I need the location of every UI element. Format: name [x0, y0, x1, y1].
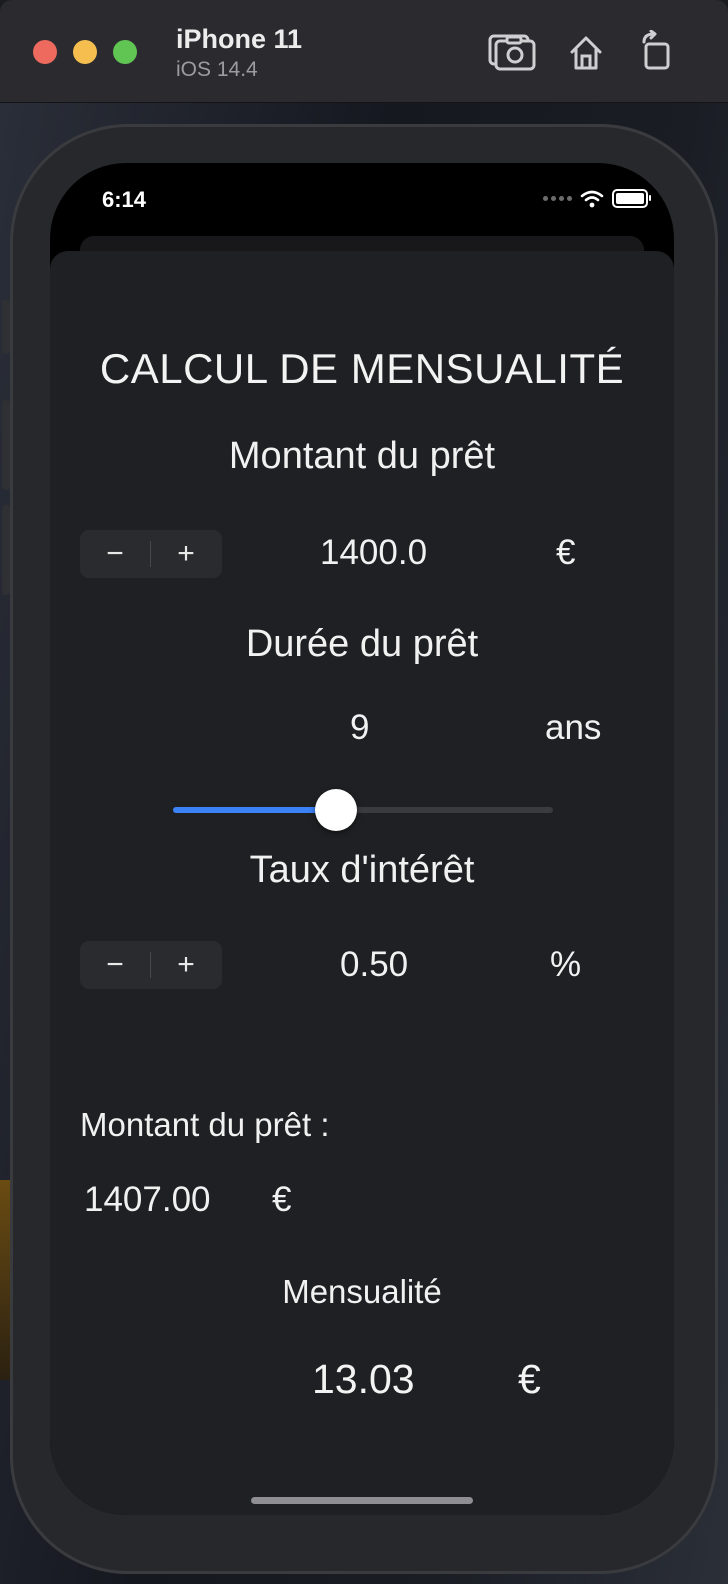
- simulator-title-bar: iPhone 11 iOS 14.4: [0, 0, 728, 103]
- duration-slider[interactable]: [173, 789, 553, 831]
- loan-amount-stepper: − +: [80, 530, 222, 578]
- cellular-signal-icon: [543, 196, 572, 201]
- notch: [188, 163, 536, 213]
- monthly-payment-value: 13.03: [312, 1356, 415, 1402]
- zoom-window-button[interactable]: [113, 40, 137, 64]
- duration-value: 9: [350, 708, 370, 747]
- volume-up-button: [2, 400, 10, 490]
- mute-switch: [2, 300, 10, 354]
- interest-rate-value: 0.50: [340, 945, 409, 984]
- status-icons: [543, 189, 651, 208]
- phone-screen: 6:14 CALCUL DE MENSUALITÉ Montant du prê…: [50, 163, 674, 1515]
- interest-rate-label: Taux d'intérêt: [249, 849, 475, 891]
- interest-rate-increment-button[interactable]: +: [151, 941, 221, 989]
- total-amount-unit: €: [272, 1180, 292, 1219]
- interest-rate-decrement-button[interactable]: −: [80, 941, 150, 989]
- interest-rate-stepper: − +: [80, 941, 222, 989]
- loan-amount-value: 1400.0: [320, 533, 428, 572]
- duration-unit: ans: [545, 708, 602, 747]
- volume-down-button: [2, 505, 10, 595]
- battery-icon: [612, 189, 651, 208]
- camera-icon[interactable]: [488, 30, 536, 74]
- loan-amount-unit: €: [556, 533, 576, 572]
- rotate-icon[interactable]: [638, 29, 686, 74]
- loan-amount-label: Montant du prêt: [228, 435, 496, 477]
- home-icon[interactable]: [566, 30, 614, 74]
- loan-amount-increment-button[interactable]: +: [151, 530, 221, 578]
- duration-slider-fill: [173, 807, 337, 813]
- wifi-icon: [580, 190, 604, 207]
- loan-amount-decrement-button[interactable]: −: [80, 530, 150, 578]
- interest-rate-unit: %: [550, 945, 582, 984]
- device-name: iPhone 11: [176, 24, 303, 54]
- page-title: CALCUL DE MENSUALITÉ: [99, 345, 625, 392]
- total-amount-value: 1407.00: [84, 1180, 211, 1219]
- monthly-payment-label: Mensualité: [282, 1273, 442, 1310]
- monthly-payment-unit: €: [518, 1356, 541, 1402]
- minimize-window-button[interactable]: [73, 40, 97, 64]
- duration-label: Durée du prêt: [245, 623, 479, 665]
- home-indicator[interactable]: [251, 1497, 473, 1504]
- status-time: 6:14: [102, 187, 147, 212]
- os-version: iOS 14.4: [176, 58, 258, 81]
- total-amount-label: Montant du prêt :: [80, 1106, 330, 1143]
- close-window-button[interactable]: [33, 40, 57, 64]
